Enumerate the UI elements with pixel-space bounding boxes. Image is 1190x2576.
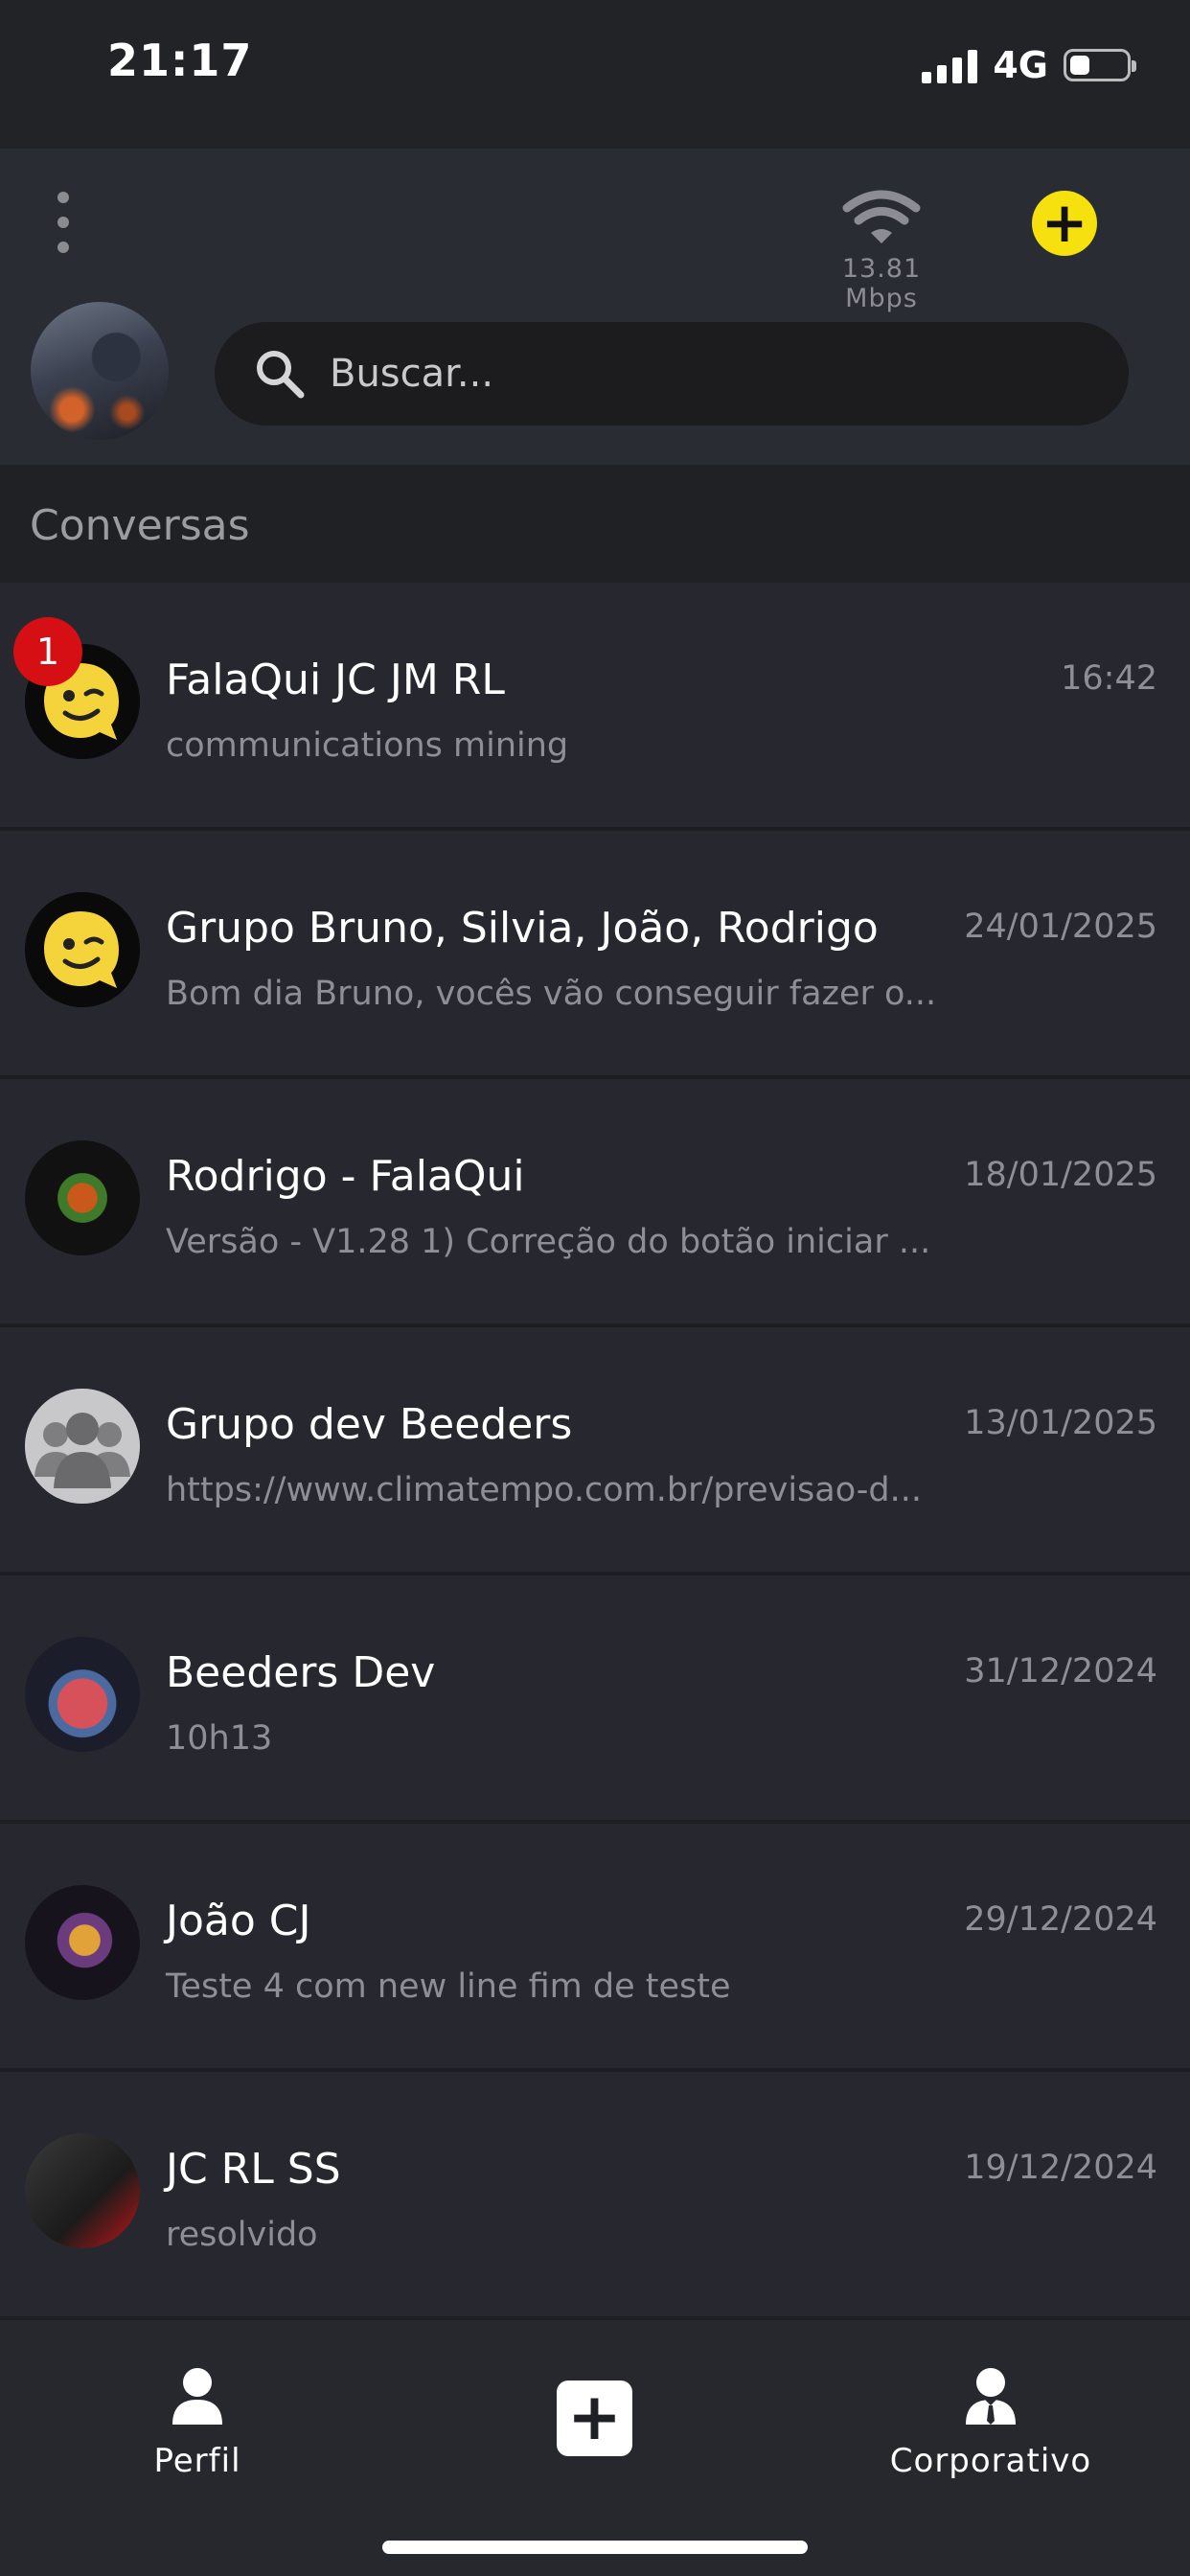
person-icon (172, 2368, 222, 2425)
battery-level (1070, 56, 1089, 75)
search-input[interactable] (328, 321, 1129, 426)
wifi-icon (842, 190, 921, 243)
conversation-list: 1 FalaQui JC JM RL communications mining… (0, 583, 1190, 2320)
profile-avatar[interactable] (31, 302, 169, 440)
conversation-name: JC RL SS (166, 2145, 341, 2194)
wifi-speed: 13.81 Mbps (841, 254, 922, 313)
conversation-time: 18/01/2025 (964, 1156, 1157, 1194)
search-bar[interactable] (215, 321, 1129, 426)
apple-avatar (25, 1637, 140, 1752)
nav-corporate-label: Corporativo (889, 2442, 1092, 2480)
battery-icon (1064, 49, 1136, 81)
conversation-time: 19/12/2024 (964, 2149, 1157, 2187)
conversation-name: FalaQui JC JM RL (166, 656, 505, 704)
more-options-icon[interactable] (52, 192, 75, 253)
conversation-preview: https://www.climatempo.com.br/previsao-d… (166, 1471, 923, 1509)
new-chat-button[interactable]: + (1032, 191, 1097, 256)
conversation-item[interactable]: Grupo dev Beeders https://www.climatempo… (0, 1327, 1190, 1576)
conversation-preview: communications mining (166, 726, 569, 765)
cellular-signal-icon (922, 47, 978, 83)
conversation-item[interactable]: Beeders Dev 10h13 31/12/2024 (0, 1576, 1190, 1824)
conversation-item[interactable]: Rodrigo - FalaQui Versão - V1.28 1) Corr… (0, 1079, 1190, 1327)
conversations-section-header: Conversas (0, 465, 1190, 583)
conversation-time: 13/01/2025 (964, 1404, 1157, 1442)
conversation-item[interactable]: JC RL SS resolvido 19/12/2024 (0, 2072, 1190, 2320)
conversation-name: Rodrigo - FalaQui (166, 1152, 525, 1201)
status-time: 21:17 (107, 34, 253, 86)
app-header: 13.81 Mbps + (0, 149, 1190, 465)
unread-badge: 1 (13, 617, 82, 686)
conversation-name: Beeders Dev (166, 1648, 436, 1697)
nav-profile-label: Perfil (153, 2442, 241, 2480)
robot-avatar (25, 1885, 140, 2000)
nav-corporate[interactable]: Corporativo (847, 2367, 1134, 2480)
conversation-name: Grupo Bruno, Silvia, João, Rodrigo (166, 904, 879, 953)
conversation-item[interactable]: Grupo Bruno, Silvia, João, Rodrigo Bom d… (0, 831, 1190, 1079)
network-type: 4G (993, 44, 1048, 86)
conversation-time: 24/01/2025 (964, 908, 1157, 946)
businessman-icon (966, 2368, 1016, 2425)
conversation-preview: Versão - V1.28 1) Correção do botão inic… (166, 1223, 931, 1261)
conversation-item[interactable]: João CJ Teste 4 com new line fim de test… (0, 1824, 1190, 2072)
conversation-time: 29/12/2024 (964, 1900, 1157, 1939)
conversation-time: 16:42 (1061, 659, 1157, 698)
conversation-preview: resolvido (166, 2216, 318, 2254)
poster-avatar (25, 2133, 140, 2248)
conversation-preview: Bom dia Bruno, vocês vão conseguir fazer… (166, 975, 937, 1013)
wink-emoji-icon (25, 892, 140, 1007)
nav-profile[interactable]: Perfil (54, 2367, 341, 2480)
home-indicator[interactable] (382, 2541, 808, 2554)
conversation-time: 31/12/2024 (964, 1652, 1157, 1690)
conversation-preview: Teste 4 com new line fim de teste (166, 1967, 731, 2006)
group-icon (25, 1389, 140, 1504)
connection-indicator: 13.81 Mbps (805, 189, 958, 313)
tiger-avatar (25, 1140, 140, 1255)
conversation-name: Grupo dev Beeders (166, 1400, 573, 1449)
status-indicators: 4G (922, 44, 1136, 86)
search-icon (257, 351, 305, 399)
add-button[interactable]: + (557, 2380, 632, 2456)
conversation-item[interactable]: 1 FalaQui JC JM RL communications mining… (0, 583, 1190, 831)
section-title: Conversas (30, 501, 250, 550)
conversation-preview: 10h13 (166, 1719, 273, 1758)
status-bar: 21:17 4G (0, 0, 1190, 149)
conversation-name: João CJ (166, 1897, 311, 1945)
